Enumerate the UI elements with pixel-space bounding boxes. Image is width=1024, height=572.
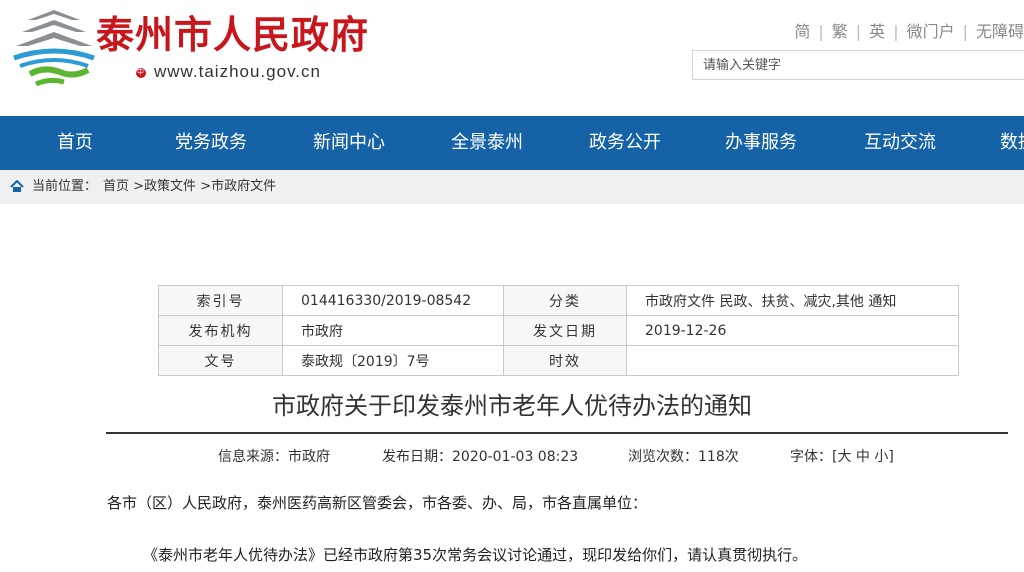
nav-item-data[interactable]: 数据 (1000, 116, 1024, 170)
nav-item-home[interactable]: 首页 (57, 116, 93, 170)
meta-key: 发布机构 (158, 315, 283, 346)
table-row: 文号 泰政规〔2019〕7号 时效 (158, 345, 959, 376)
divider: | (855, 22, 862, 41)
font-bracket-close: ] (888, 449, 894, 465)
meta-key: 分类 (503, 285, 627, 316)
nav-item-interaction[interactable]: 互动交流 (864, 116, 936, 170)
city-logo-icon[interactable] (10, 8, 98, 88)
pub-date-label: 发布日期： (382, 449, 452, 465)
document-meta-table: 索引号 014416330/2019-08542 分类 市政府文件 民政、扶贫、… (158, 285, 959, 376)
main-nav: 首页 党务政务 新闻中心 全景泰州 政务公开 办事服务 互动交流 数据 (0, 116, 1024, 170)
article-title: 市政府关于印发泰州市老年人优待办法的通知 (272, 392, 752, 420)
top-links: 简 | 繁 | 英 | 微门户 | 无障碍 (794, 18, 1024, 42)
title-divider (106, 432, 1008, 434)
source-value: 市政府 (288, 449, 330, 465)
breadcrumb-label: 当前位置： (32, 179, 98, 194)
font-large-button[interactable]: 大 (837, 449, 851, 465)
font-medium-button[interactable]: 中 (856, 449, 870, 465)
article-pub-date: 发布日期：2020-01-03 08:23 (382, 446, 578, 466)
font-small-button[interactable]: 小 (874, 449, 888, 465)
toplink-english[interactable]: 英 (869, 22, 885, 41)
site-url: 中 www.taizhou.gov.cn (136, 62, 321, 82)
meta-category: 市政府文件 民政、扶贫、减灾,其他 通知 (626, 285, 959, 316)
nav-item-party-affairs[interactable]: 党务政务 (175, 116, 247, 170)
meta-key: 发文日期 (503, 315, 627, 346)
divider: | (962, 22, 968, 41)
meta-validity (626, 345, 959, 376)
meta-key: 索引号 (158, 285, 283, 316)
views-label: 浏览次数： (628, 449, 698, 465)
meta-issue-date: 2019-12-26 (626, 315, 959, 346)
source-label: 信息来源： (218, 449, 288, 465)
font-label: 字体： (790, 449, 832, 465)
breadcrumb-path: 首页 >政策文件 >市政府文件 (103, 170, 276, 204)
logo-badge: 中 (136, 67, 146, 78)
nav-item-news[interactable]: 新闻中心 (313, 116, 385, 170)
toplink-simplified[interactable]: 简 (794, 22, 810, 41)
meta-index-no: 014416330/2019-08542 (282, 285, 504, 316)
search-input[interactable] (693, 51, 1024, 79)
toplink-traditional[interactable]: 繁 (832, 22, 848, 41)
toplink-accessibility[interactable]: 无障碍 (976, 22, 1024, 41)
article-body-paragraph: 《泰州市老年人优待办法》已经市政府第35次常务会议讨论通过，现印发给你们，请认真… (143, 546, 808, 564)
toplink-micro-portal[interactable]: 微门户 (907, 22, 955, 41)
meta-key: 文号 (158, 345, 283, 376)
article-source: 信息来源：市政府 (218, 446, 330, 466)
font-size-control: 字体：[大 中 小] (790, 446, 894, 466)
pub-date-value: 2020-01-03 08:23 (452, 449, 579, 465)
breadcrumb-policy[interactable]: >政策文件 (133, 179, 196, 194)
article-views: 浏览次数：118次 (628, 446, 739, 466)
site-url-text: www.taizhou.gov.cn (154, 62, 321, 81)
meta-issuer: 市政府 (282, 315, 504, 346)
views-value: 118次 (698, 449, 739, 465)
table-row: 发布机构 市政府 发文日期 2019-12-26 (158, 315, 959, 346)
table-row: 索引号 014416330/2019-08542 分类 市政府文件 民政、扶贫、… (158, 285, 959, 316)
breadcrumb-city-docs[interactable]: >市政府文件 (200, 179, 276, 194)
home-icon (10, 180, 24, 192)
breadcrumb: 当前位置： 首页 >政策文件 >市政府文件 (0, 170, 1024, 204)
divider: | (893, 22, 899, 41)
nav-item-gov-open[interactable]: 政务公开 (589, 116, 661, 170)
breadcrumb-home[interactable]: 首页 (103, 179, 129, 194)
nav-item-services[interactable]: 办事服务 (725, 116, 797, 170)
article-salutation: 各市（区）人民政府，泰州医药高新区管委会，市各委、办、局，市各直属单位： (107, 494, 648, 512)
site-name: 泰州市人民政府 (96, 12, 370, 57)
site-header: 泰州市人民政府 中 www.taizhou.gov.cn 简 | 繁 | 英 | 微门户 | 无障… (0, 0, 1024, 116)
meta-doc-no: 泰政规〔2019〕7号 (282, 345, 504, 376)
meta-key: 时效 (503, 345, 627, 376)
search-box (692, 50, 1024, 80)
divider: | (818, 22, 824, 41)
nav-item-panorama[interactable]: 全景泰州 (451, 116, 523, 170)
